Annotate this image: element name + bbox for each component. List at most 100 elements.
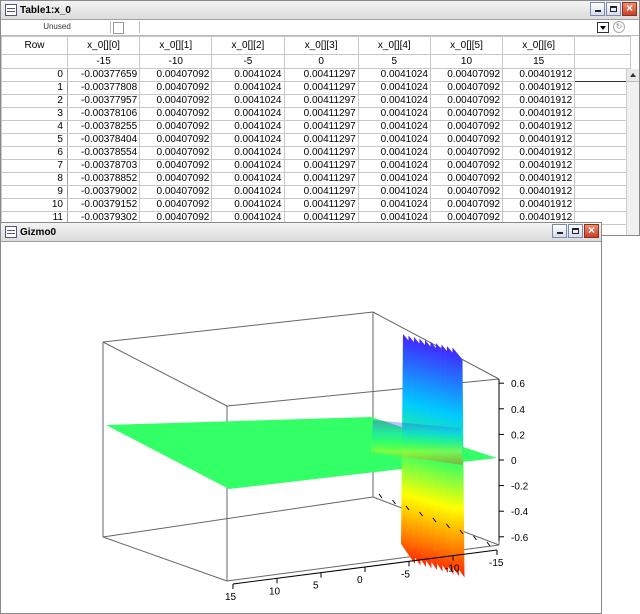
table-row[interactable]: 4 -0.00378255 0.00407092 0.0041024 0.0041129… [1, 120, 631, 134]
table-cell[interactable]: 0.00411297 [283, 81, 359, 95]
table-cell[interactable]: 0.00407092 [139, 133, 213, 147]
vertical-scrollbar[interactable] [626, 69, 639, 235]
table-cell[interactable]: 0.0041024 [357, 120, 431, 134]
surface-plot[interactable]: 0.6 0.4 0.2 0 -0.2 -0.4 -0.6 15 10 5 0 -5 -10 -15 [1, 242, 601, 614]
param-cell[interactable]: -15 [66, 54, 141, 69]
table-cell[interactable]: 0.0041024 [211, 68, 285, 82]
minimize-button[interactable] [552, 224, 567, 238]
table-cell[interactable]: 0.00401912 [502, 159, 576, 173]
table-cell-empty[interactable] [574, 159, 631, 173]
table-cell[interactable]: -0.00377659 [66, 68, 141, 82]
table-cell[interactable]: 0.0041024 [357, 68, 431, 82]
table-cell[interactable]: 0.00401912 [502, 68, 576, 82]
table-cell[interactable]: 0.0041024 [211, 185, 285, 199]
table-cell[interactable]: -0.00378852 [66, 172, 141, 186]
table-cell[interactable]: 0.00401912 [502, 198, 576, 212]
row-number[interactable]: 4 [1, 120, 68, 134]
table-cell[interactable]: 0.00411297 [283, 172, 359, 186]
table-cell-empty[interactable] [574, 81, 631, 95]
table-cell[interactable]: 0.00407092 [429, 146, 504, 160]
table-cell[interactable]: 0.00407092 [139, 68, 213, 82]
table-row[interactable]: 0 -0.00377659 0.00407092 0.0041024 0.0041129… [1, 68, 631, 82]
table-cell[interactable]: 0.00401912 [502, 185, 576, 199]
param-cell[interactable]: -10 [139, 54, 213, 69]
table-cell[interactable]: -0.00377808 [66, 81, 141, 95]
scroll-up-icon[interactable] [627, 69, 639, 82]
table-cell[interactable]: 0.00411297 [283, 159, 359, 173]
column-header[interactable]: x_0[][1] [139, 36, 213, 55]
row-number[interactable]: 2 [1, 94, 68, 108]
table-cell[interactable]: -0.00378106 [66, 107, 141, 121]
table-cell[interactable]: 0.00411297 [283, 68, 359, 82]
table-cell[interactable]: 0.00407092 [429, 94, 504, 108]
table-cell-empty[interactable] [574, 68, 631, 82]
table-cell[interactable]: 0.00407092 [429, 172, 504, 186]
table-cell[interactable]: 0.0041024 [357, 198, 431, 212]
table-cell[interactable]: 0.0041024 [211, 81, 285, 95]
row-number[interactable]: 5 [1, 133, 68, 147]
table-cell[interactable]: 0.00411297 [283, 185, 359, 199]
row-header[interactable]: Row [1, 36, 68, 55]
table-cell[interactable]: -0.00378404 [66, 133, 141, 147]
row-number[interactable]: 9 [1, 185, 68, 199]
row-number[interactable]: 10 [1, 198, 68, 212]
table-cell[interactable]: 0.00411297 [283, 107, 359, 121]
minimize-button[interactable] [590, 2, 605, 16]
table-row[interactable]: 9 -0.00379002 0.00407092 0.0041024 0.0041129… [1, 185, 631, 199]
table-cell[interactable]: 0.00407092 [139, 198, 213, 212]
table-cell[interactable]: 0.0041024 [211, 107, 285, 121]
table-cell[interactable]: 0.00401912 [502, 94, 576, 108]
row-number[interactable]: 8 [1, 172, 68, 186]
unused-label[interactable]: Unused [4, 21, 111, 33]
table-cell[interactable]: 0.00407092 [429, 81, 504, 95]
table-cell[interactable]: -0.00379152 [66, 198, 141, 212]
sync-icon[interactable]: ↻ [613, 21, 625, 33]
table-cell[interactable]: 0.00401912 [502, 133, 576, 147]
table-cell-empty[interactable] [574, 107, 631, 121]
table-cell[interactable]: 0.00407092 [139, 159, 213, 173]
column-header[interactable]: x_0[][0] [66, 36, 141, 55]
param-cell[interactable]: 10 [429, 54, 504, 69]
table-cell-empty[interactable] [574, 94, 631, 108]
table-cell[interactable]: 0.00411297 [283, 198, 359, 212]
table-cell[interactable]: 0.0041024 [211, 120, 285, 134]
table-cell[interactable]: 0.0041024 [357, 172, 431, 186]
table-cell[interactable]: 0.00407092 [139, 107, 213, 121]
dropdown-icon[interactable] [597, 22, 609, 33]
table-cell[interactable]: 0.0041024 [211, 146, 285, 160]
table-row[interactable]: 5 -0.00378404 0.00407092 0.0041024 0.0041129… [1, 133, 631, 147]
table-cell-empty[interactable] [574, 146, 631, 160]
column-header[interactable]: x_0[][3] [283, 36, 359, 55]
table-cell[interactable]: 0.00407092 [429, 198, 504, 212]
table-cell[interactable]: 0.0041024 [211, 159, 285, 173]
table-cell[interactable]: 0.00407092 [139, 81, 213, 95]
table-cell[interactable]: 0.0041024 [211, 133, 285, 147]
param-cell[interactable]: 5 [357, 54, 431, 69]
gizmo-window-titlebar[interactable]: Gizmo0 × [1, 223, 601, 242]
param-row-label[interactable] [1, 54, 68, 69]
table-cell-empty[interactable] [574, 120, 631, 134]
table-cell[interactable]: -0.00378255 [66, 120, 141, 134]
row-number[interactable]: 6 [1, 146, 68, 160]
table-cell[interactable]: 0.0041024 [211, 172, 285, 186]
table-cell[interactable]: 0.00401912 [502, 172, 576, 186]
row-number[interactable]: 0 [1, 68, 68, 82]
table-cell[interactable]: 0.00407092 [429, 120, 504, 134]
table-row[interactable]: 3 -0.00378106 0.00407092 0.0041024 0.0041129… [1, 107, 631, 121]
table-cell[interactable]: 0.00407092 [139, 146, 213, 160]
table-cell[interactable]: 0.00411297 [283, 94, 359, 108]
table-row[interactable]: 6 -0.00378554 0.00407092 0.0041024 0.0041129… [1, 146, 631, 160]
table-cell[interactable]: 0.00407092 [139, 172, 213, 186]
column-header[interactable]: x_0[][5] [429, 36, 504, 55]
table-cell-empty[interactable] [574, 172, 631, 186]
table-cell[interactable]: 0.0041024 [357, 107, 431, 121]
table-cell-empty[interactable] [574, 133, 631, 147]
table-cell[interactable]: 0.00407092 [139, 120, 213, 134]
close-button[interactable]: × [584, 223, 599, 238]
table-row[interactable]: 1 -0.00377808 0.00407092 0.0041024 0.0041129… [1, 81, 631, 95]
row-number[interactable]: 7 [1, 159, 68, 173]
row-number[interactable]: 3 [1, 107, 68, 121]
table-cell[interactable]: 0.00411297 [283, 120, 359, 134]
table-row[interactable]: 8 -0.00378852 0.00407092 0.0041024 0.0041129… [1, 172, 631, 186]
table-cell[interactable]: 0.00401912 [502, 107, 576, 121]
